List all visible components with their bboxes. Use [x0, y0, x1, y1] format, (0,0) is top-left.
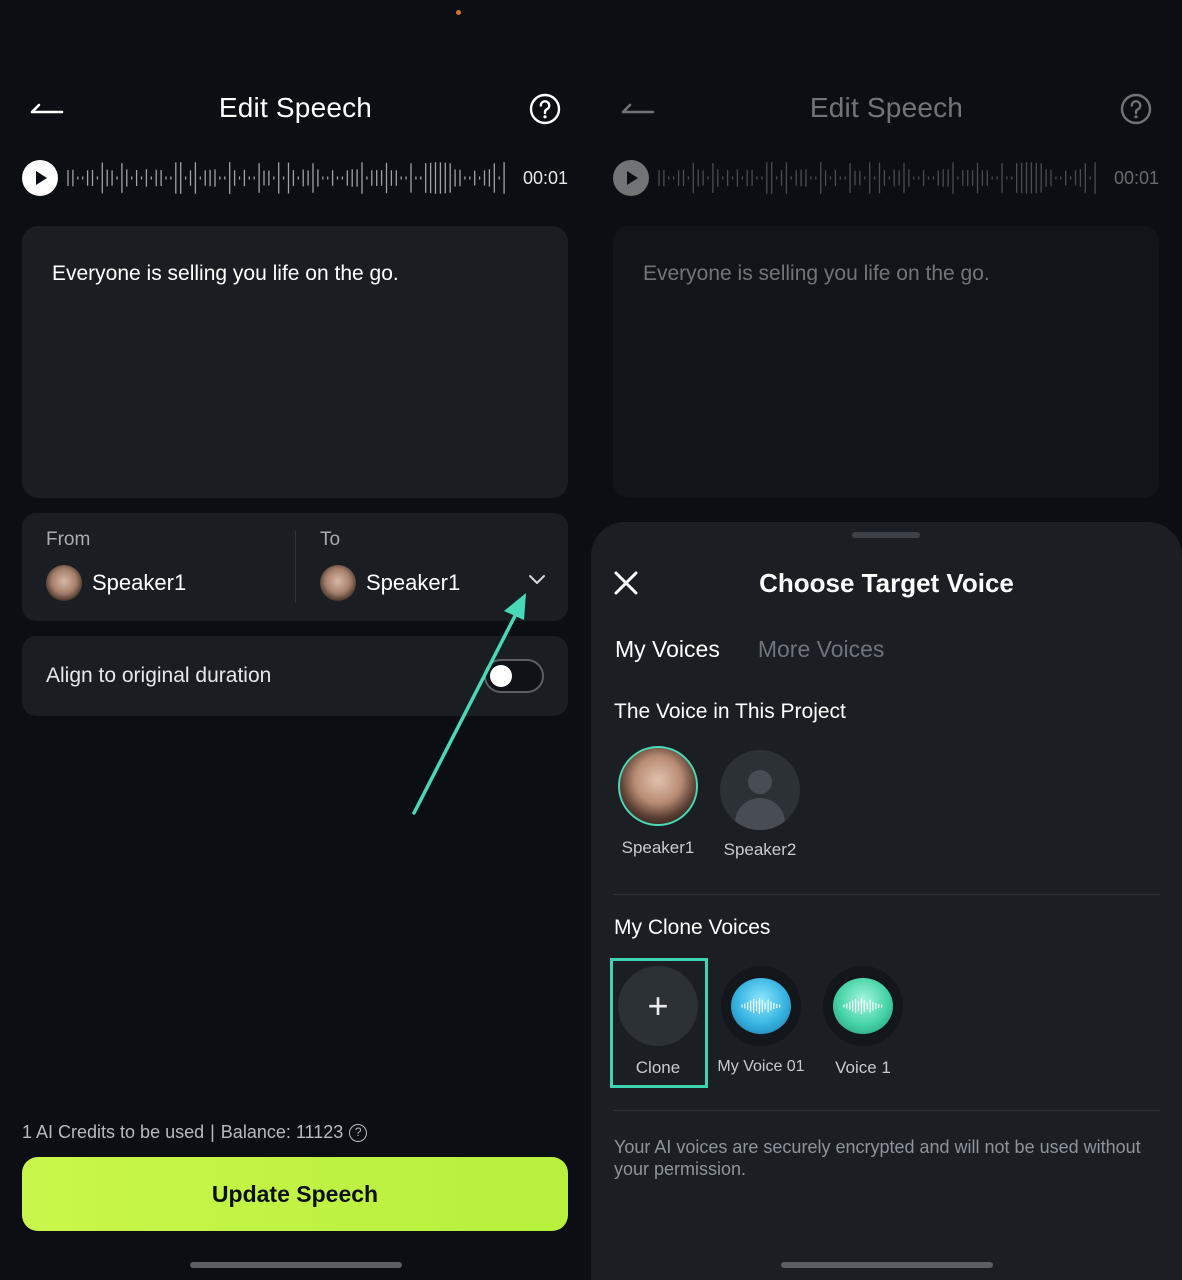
speaker1-avatar [618, 746, 698, 826]
to-speaker-dropdown[interactable]: To Speaker1 [320, 513, 568, 621]
avatar [320, 565, 356, 601]
plus-icon: + [618, 966, 698, 1046]
credits-balance: Balance: 11123 [220, 1122, 344, 1142]
waveform-green-icon [833, 978, 893, 1034]
privacy-note: Your AI voices are securely encrypted an… [614, 1137, 1141, 1179]
player-time: 00:01 [522, 168, 568, 188]
choose-voice-sheet: Choose Target Voice My Voices More Voice… [591, 522, 1182, 1280]
sheet-grabber[interactable] [852, 532, 920, 538]
speaker-selector: From Speaker1 To Speaker1 [22, 513, 568, 621]
voice-avatar [823, 966, 903, 1046]
status-dot [456, 10, 461, 15]
clone-button[interactable]: + Clone [608, 966, 708, 1078]
speaker2-avatar [720, 750, 800, 830]
align-label: Align to original duration [46, 664, 272, 687]
choose-voice-screen: Edit Speech 00:01 Everyone is selling yo… [591, 0, 1182, 1280]
divider [614, 1110, 1160, 1111]
speech-text[interactable]: Everyone is selling you life on the go. [52, 262, 399, 286]
audio-player: 00:01 [613, 160, 1161, 196]
help-icon [1120, 93, 1152, 125]
voice-tabs: My Voices More Voices [615, 636, 884, 663]
from-speaker-name: Speaker1 [92, 570, 187, 595]
play-button [613, 160, 649, 196]
to-speaker-name: Speaker1 [366, 570, 461, 595]
align-duration-row: Align to original duration [22, 636, 568, 716]
project-voices-title: The Voice in This Project [614, 700, 846, 723]
chevron-down-icon[interactable] [528, 573, 546, 585]
voice-name: Voice 1 [835, 1058, 891, 1077]
speech-text-editor: Everyone is selling you life on the go. [613, 226, 1159, 498]
voice-name: Speaker2 [723, 840, 797, 859]
page-title: Edit Speech [218, 92, 373, 123]
clone-voices-title: My Clone Voices [614, 916, 771, 939]
play-button[interactable] [22, 160, 58, 196]
credits-info: 1 AI Credits to be used | Balance: 11123… [22, 1122, 368, 1143]
question-icon[interactable]: ? [349, 1123, 368, 1142]
player-time: 00:01 [1113, 168, 1159, 188]
voice-speaker1[interactable]: Speaker1 [608, 746, 708, 858]
voice-name: My Voice 01 [717, 1058, 805, 1075]
waveform [658, 162, 1096, 194]
waveform-blue-icon [731, 978, 791, 1034]
voice-name: Speaker1 [621, 838, 695, 857]
edit-speech-screen: Edit Speech 00:01 Everyone is selling yo… [0, 0, 591, 1280]
divider [614, 894, 1160, 895]
speech-text: Everyone is selling you life on the go. [643, 262, 990, 285]
page-title: Edit Speech [809, 92, 964, 123]
voice-speaker2[interactable]: Speaker2 [710, 750, 810, 860]
help-icon[interactable] [529, 93, 561, 125]
tab-more-voices[interactable]: More Voices [758, 636, 885, 663]
credits-separator: | [210, 1122, 215, 1142]
home-indicator [190, 1262, 402, 1268]
voice-avatar [721, 966, 801, 1046]
update-speech-button[interactable]: Update Speech [22, 1157, 568, 1231]
home-indicator [781, 1262, 993, 1268]
align-toggle[interactable] [484, 659, 544, 693]
waveform[interactable] [66, 160, 514, 196]
voice-name: Clone [635, 1058, 681, 1077]
toggle-knob [490, 665, 512, 687]
voice-my-voice-01[interactable]: My Voice 01 [710, 966, 812, 1076]
from-label: From [46, 529, 91, 550]
speech-text-editor[interactable]: Everyone is selling you life on the go. [22, 226, 568, 498]
voice-voice-1[interactable]: Voice 1 [813, 966, 913, 1078]
to-label: To [320, 529, 341, 550]
tab-my-voices[interactable]: My Voices [615, 636, 720, 663]
divider [295, 531, 296, 603]
avatar [46, 565, 82, 601]
credits-used: 1 AI Credits to be used [22, 1122, 205, 1142]
audio-player: 00:01 [22, 160, 570, 196]
sheet-title: Choose Target Voice [759, 568, 1014, 598]
